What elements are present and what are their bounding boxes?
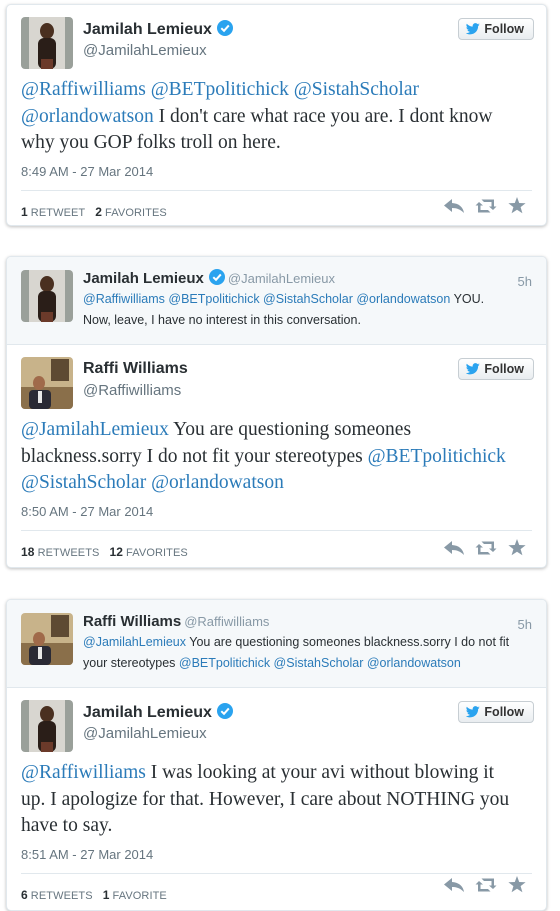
- tweet-timestamp[interactable]: 8:51 AM - 27 Mar 2014: [21, 847, 532, 862]
- verified-badge-icon: [209, 269, 225, 285]
- twitter-bird-icon: [466, 706, 480, 718]
- tweet-text: @Raffiwilliams I was looking at your avi…: [21, 760, 532, 840]
- reply-icon[interactable]: [444, 199, 464, 213]
- follow-button[interactable]: Follow: [458, 701, 534, 723]
- avatar-jamilah[interactable]: [21, 270, 73, 322]
- author-name[interactable]: Jamilah Lemieux: [83, 20, 233, 39]
- favorite-count[interactable]: 12FAVORITES: [109, 545, 187, 559]
- retweet-count[interactable]: 18RETWEETS: [21, 545, 99, 559]
- verified-badge-icon: [217, 20, 233, 36]
- parent-author[interactable]: Jamilah Lemieux@JamilahLemieux: [83, 269, 532, 288]
- avatar-jamilah[interactable]: [21, 700, 73, 752]
- avatar-raffi[interactable]: [21, 613, 73, 665]
- tweet-actions: [444, 876, 526, 893]
- follow-button[interactable]: Follow: [458, 18, 534, 40]
- author-handle[interactable]: @JamilahLemieux: [83, 725, 207, 742]
- tweet-card-3: Raffi Williams@Raffiwilliams 5h @Jamilah…: [6, 599, 547, 911]
- favorite-star-icon[interactable]: [508, 876, 526, 893]
- tweet-card-2: Jamilah Lemieux@JamilahLemieux 5h @Raffi…: [6, 256, 547, 568]
- follow-button[interactable]: Follow: [458, 358, 534, 380]
- mention-link[interactable]: @Raffiwilliams: [21, 762, 146, 783]
- parent-time[interactable]: 5h: [518, 274, 532, 289]
- retweet-icon[interactable]: [475, 878, 497, 892]
- author-name[interactable]: Jamilah Lemieux: [83, 703, 233, 722]
- mention-link[interactable]: @JamilahLemieux: [21, 419, 169, 440]
- parent-text: @JamilahLemieux You are questioning some…: [83, 632, 532, 674]
- parent-time[interactable]: 5h: [518, 617, 532, 632]
- favorite-star-icon[interactable]: [508, 197, 526, 214]
- verified-badge-icon: [217, 703, 233, 719]
- retweet-icon[interactable]: [475, 541, 497, 555]
- author-handle[interactable]: @Raffiwilliams: [83, 382, 181, 399]
- retweet-count[interactable]: 6RETWEETS: [21, 888, 93, 902]
- parent-text: @Raffiwilliams @BETpolitichick @SistahSc…: [83, 289, 532, 331]
- favorite-count[interactable]: 1FAVORITE: [103, 888, 167, 902]
- tweet-actions: [444, 539, 526, 556]
- parent-tweet[interactable]: Raffi Williams@Raffiwilliams 5h @Jamilah…: [7, 600, 546, 688]
- author-handle[interactable]: @JamilahLemieux: [83, 42, 207, 59]
- twitter-bird-icon: [466, 23, 480, 35]
- favorite-star-icon[interactable]: [508, 539, 526, 556]
- favorite-count[interactable]: 2FAVORITES: [95, 205, 167, 219]
- tweet-card-1: Jamilah Lemieux @JamilahLemieux Follow @…: [6, 4, 547, 226]
- avatar-jamilah[interactable]: [21, 17, 73, 69]
- retweet-icon[interactable]: [475, 199, 497, 213]
- twitter-bird-icon: [466, 363, 480, 375]
- tweet-timestamp[interactable]: 8:50 AM - 27 Mar 2014: [21, 504, 532, 519]
- retweet-count[interactable]: 1RETWEET: [21, 205, 85, 219]
- reply-icon[interactable]: [444, 878, 464, 892]
- avatar-raffi[interactable]: [21, 357, 73, 409]
- tweet-main: Raffi Williams @Raffiwilliams Follow @Ja…: [7, 345, 546, 568]
- author-name[interactable]: Raffi Williams: [83, 360, 188, 378]
- reply-icon[interactable]: [444, 541, 464, 555]
- parent-author[interactable]: Raffi Williams@Raffiwilliams: [83, 612, 532, 631]
- tweet-timestamp[interactable]: 8:49 AM - 27 Mar 2014: [21, 164, 532, 179]
- tweet-actions: [444, 197, 526, 214]
- parent-tweet[interactable]: Jamilah Lemieux@JamilahLemieux 5h @Raffi…: [7, 257, 546, 345]
- tweet-main: Jamilah Lemieux @JamilahLemieux Follow @…: [7, 5, 546, 226]
- tweet-text: @Raffiwilliams @BETpolitichick @SistahSc…: [21, 77, 532, 157]
- tweet-text: @JamilahLemieux You are questioning some…: [21, 417, 532, 497]
